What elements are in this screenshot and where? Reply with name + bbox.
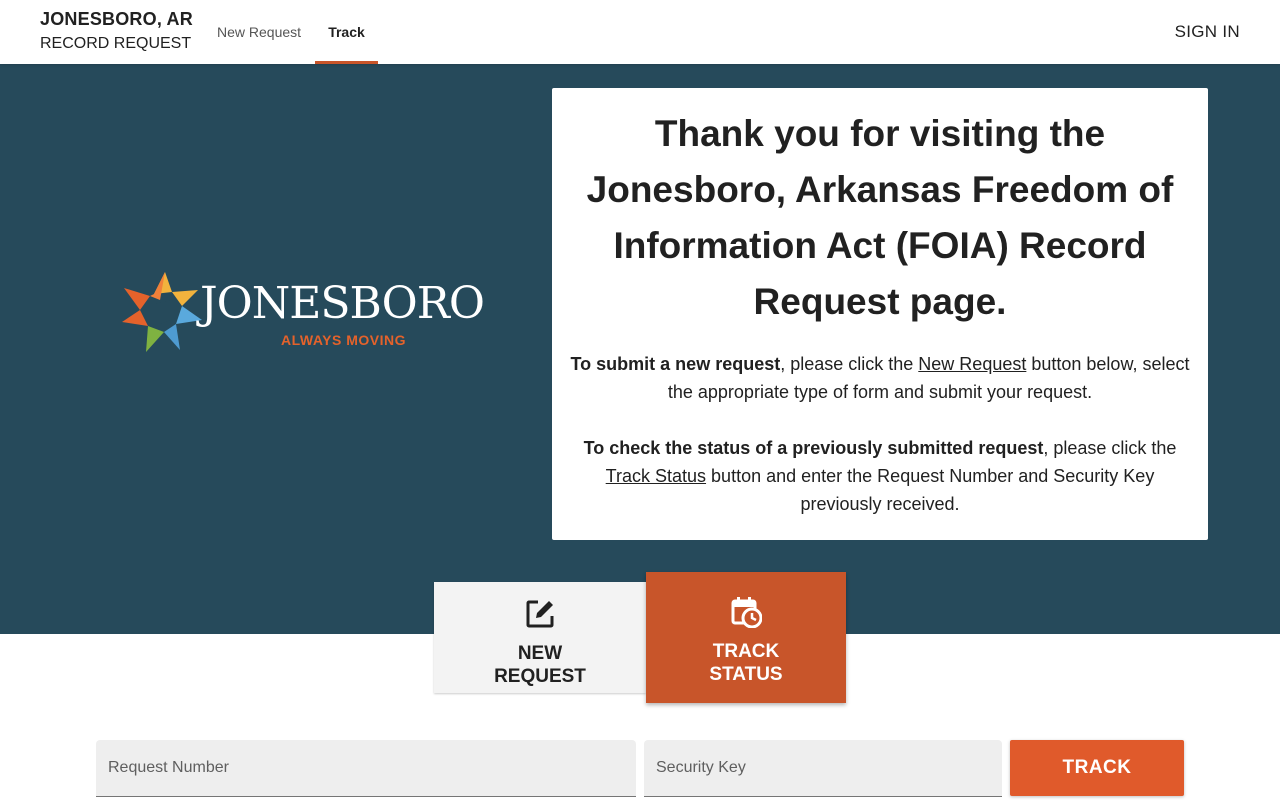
tab-track[interactable]: Track [315,0,378,64]
new-request-button[interactable]: NEW REQUEST [434,582,646,693]
logo-tagline: ALWAYS MOVING [281,332,407,348]
track-button[interactable]: TRACK [1010,740,1184,796]
sign-in-button[interactable]: SIGN IN [1175,0,1240,64]
new-request-lead: To submit a new request [570,354,781,374]
track-status-link[interactable]: Track Status [606,466,706,486]
new-request-instructions: To submit a new request, please click th… [564,350,1196,406]
track-status-line2: STATUS [709,664,783,685]
security-key-input[interactable] [644,740,1002,796]
request-number-input[interactable] [96,740,636,796]
brand[interactable]: JONESBORO, AR RECORD REQUEST [40,8,193,54]
star-logo-icon [122,272,202,352]
welcome-card: Thank you for visiting the Jonesboro, Ar… [552,88,1208,540]
top-app-bar: JONESBORO, AR RECORD REQUEST New Request… [0,0,1280,64]
security-key-field[interactable] [644,740,1002,797]
track-text-a: , please click the [1043,438,1177,458]
brand-subtitle: RECORD REQUEST [40,35,192,52]
new-request-line1: NEW [517,643,563,664]
track-lead: To check the status of a previously subm… [583,438,1044,458]
welcome-heading: Thank you for visiting the Jonesboro, Ar… [586,113,1174,322]
track-text-b: button and enter the Request Number and … [706,466,1155,514]
request-number-field[interactable] [96,740,636,797]
track-instructions: To check the status of a previously subm… [564,434,1196,518]
new-request-line2: REQUEST [494,666,586,687]
new-request-text-a: , please click the [780,354,919,374]
logo-wordmark: JONESBORO [200,278,485,329]
new-request-link[interactable]: New Request [918,354,1026,374]
edit-icon [526,600,554,628]
calendar-clock-icon [731,597,762,628]
city-logo: JONESBORO ALWAYS MOVING [120,270,490,356]
track-status-line1: TRACK [712,641,780,662]
tab-new-request[interactable]: New Request [217,0,301,64]
track-status-button[interactable]: TRACK STATUS [646,572,846,703]
brand-city: JONESBORO, AR [40,9,193,29]
